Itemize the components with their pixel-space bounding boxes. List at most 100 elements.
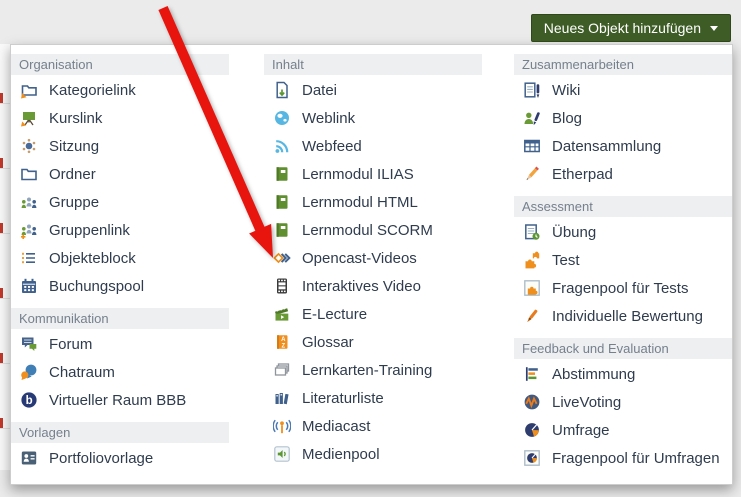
menu-item-abstimmung[interactable]: Abstimmung xyxy=(514,360,732,388)
exercise-icon xyxy=(523,223,541,241)
forum-icon xyxy=(20,335,38,353)
background-red-mark xyxy=(0,288,3,298)
menu-item-weblink[interactable]: Weblink xyxy=(264,104,482,132)
menu-item-label: Individuelle Bewertung xyxy=(552,307,703,325)
menu-item-lernmodul-scorm[interactable]: Lernmodul SCORM xyxy=(264,216,482,244)
glossary-icon: AZ xyxy=(273,333,291,351)
menu-item-kurslink[interactable]: Kurslink xyxy=(11,104,229,132)
flashcards-icon xyxy=(273,361,291,379)
menu-item-label: LiveVoting xyxy=(552,393,622,411)
menu-item-umfrage[interactable]: Umfrage xyxy=(514,416,732,444)
chatroom-icon xyxy=(20,363,38,381)
menu-item-label: Portfoliovorlage xyxy=(49,449,154,467)
section-header-assessment: Assessment xyxy=(514,196,732,217)
section-header-zusammenarbeiten: Zusammenarbeiten xyxy=(514,54,732,75)
menu-item-label: Test xyxy=(552,251,580,269)
menu-item-etherpad[interactable]: Etherpad xyxy=(514,160,732,188)
menu-item-label: Lernkarten-Training xyxy=(302,361,433,379)
learning-module-icon xyxy=(273,193,291,211)
menu-item-chatraum[interactable]: Chatraum xyxy=(11,358,229,386)
menu-section-vorlagen: Vorlagen Portfoliovorlage xyxy=(11,422,229,472)
menu-item-label: Fragenpool für Tests xyxy=(552,279,689,297)
menu-item-livevoting[interactable]: LiveVoting xyxy=(514,388,732,416)
menu-item-datei[interactable]: Datei xyxy=(264,76,482,104)
menu-item-blog[interactable]: Blog xyxy=(514,104,732,132)
background-red-mark xyxy=(0,223,3,233)
background-row-divider xyxy=(0,363,10,364)
menu-item-label: Virtueller Raum BBB xyxy=(49,391,187,409)
menu-item-label: Interaktives Video xyxy=(302,277,421,295)
menu-item-lernkarten-training[interactable]: Lernkarten-Training xyxy=(264,356,482,384)
menu-item-label: Gruppenlink xyxy=(49,221,130,239)
menu-item-label: E-Lecture xyxy=(302,305,368,323)
background-row-divider xyxy=(0,103,10,104)
menu-item-label: Umfrage xyxy=(552,421,610,439)
menu-item-objekteblock[interactable]: Objekteblock xyxy=(11,244,229,272)
survey-icon xyxy=(523,421,541,439)
menu-item-kategorielink[interactable]: Kategorielink xyxy=(11,76,229,104)
group-icon xyxy=(20,193,38,211)
menu-item-literaturliste[interactable]: Literaturliste xyxy=(264,384,482,412)
bibliography-icon xyxy=(273,389,291,407)
add-new-object-button[interactable]: Neues Objekt hinzufügen xyxy=(530,14,731,42)
learning-module-icon xyxy=(273,165,291,183)
group-link-icon xyxy=(20,221,38,239)
svg-text:Z: Z xyxy=(281,344,285,350)
menu-item-portfoliovorlage[interactable]: Portfoliovorlage xyxy=(11,444,229,472)
menu-item-glossar[interactable]: A Z Glossar xyxy=(264,328,482,356)
menu-item-label: Abstimmung xyxy=(552,365,636,383)
menu-item-label: Weblink xyxy=(302,109,356,127)
menu-item-lernmodul-html[interactable]: Lernmodul HTML xyxy=(264,188,482,216)
menu-item-buchungspool[interactable]: Buchungspool xyxy=(11,272,229,300)
menu-item-wiki[interactable]: Wiki xyxy=(514,76,732,104)
menu-item-label: Lernmodul HTML xyxy=(302,193,418,211)
menu-item-fragenpool-fur-tests[interactable]: Fragenpool für Tests xyxy=(514,274,732,302)
menu-item-mediacast[interactable]: Mediacast xyxy=(264,412,482,440)
wiki-icon xyxy=(523,81,541,99)
menu-item-lernmodul-ilias[interactable]: Lernmodul ILIAS xyxy=(264,160,482,188)
menu-item-sitzung[interactable]: Sitzung xyxy=(11,132,229,160)
menu-item-virtueller-raum-bbb[interactable]: b Virtueller Raum BBB xyxy=(11,386,229,414)
menu-item-label: Ordner xyxy=(49,165,96,183)
menu-column-zusammenarbeiten: Zusammenarbeiten Wiki Blog Datensammlung Eth… xyxy=(514,54,732,472)
background-row-divider xyxy=(0,428,10,429)
menu-item-ubung[interactable]: Übung xyxy=(514,218,732,246)
menu-section-feedback-und-evaluation: Feedback und Evaluation Abstimmung LiveVot… xyxy=(514,338,732,472)
opencast-icon xyxy=(273,249,291,267)
menu-item-interaktives-video[interactable]: Interaktives Video xyxy=(264,272,482,300)
menu-item-label: Mediacast xyxy=(302,417,371,435)
add-object-dropdown-menu: Organisation Kategorielink Kurslink Sitzung… xyxy=(10,44,733,485)
menu-item-fragenpool-fur-umfragen[interactable]: Fragenpool für Umfragen xyxy=(514,444,732,472)
menu-item-gruppenlink[interactable]: Gruppenlink xyxy=(11,216,229,244)
menu-item-opencast-videos[interactable]: Opencast-Videos xyxy=(264,244,482,272)
menu-item-e-lecture[interactable]: E-Lecture xyxy=(264,300,482,328)
section-header-feedback-und-evaluation: Feedback und Evaluation xyxy=(514,338,732,359)
live-voting-icon xyxy=(523,393,541,411)
menu-item-ordner[interactable]: Ordner xyxy=(11,160,229,188)
menu-item-forum[interactable]: Forum xyxy=(11,330,229,358)
etherpad-icon xyxy=(523,165,541,183)
weblink-icon xyxy=(273,109,291,127)
menu-item-test[interactable]: Test xyxy=(514,246,732,274)
category-link-icon xyxy=(20,81,38,99)
background-red-mark xyxy=(0,93,3,103)
menu-column-organisation: Organisation Kategorielink Kurslink Sitzung… xyxy=(11,54,229,472)
section-header-organisation: Organisation xyxy=(11,54,229,75)
menu-item-label: Übung xyxy=(552,223,597,241)
menu-section-organisation: Organisation Kategorielink Kurslink Sitzung… xyxy=(11,54,229,300)
file-icon xyxy=(273,81,291,99)
folder-icon xyxy=(20,165,38,183)
menu-section-inhalt: Inhalt Datei Weblink Webfeed Lernmodul ILIAS… xyxy=(264,54,482,468)
background-row-divider xyxy=(0,298,10,299)
menu-item-webfeed[interactable]: Webfeed xyxy=(264,132,482,160)
data-collection-icon xyxy=(523,137,541,155)
menu-item-individuelle-bewertung[interactable]: Individuelle Bewertung xyxy=(514,302,732,330)
add-new-object-button-label: Neues Objekt hinzufügen xyxy=(543,20,701,36)
menu-item-medienpool[interactable]: Medienpool xyxy=(264,440,482,468)
course-link-icon xyxy=(20,109,38,127)
menu-item-label: Fragenpool für Umfragen xyxy=(552,449,720,467)
menu-item-gruppe[interactable]: Gruppe xyxy=(11,188,229,216)
menu-item-label: Gruppe xyxy=(49,193,100,211)
menu-item-datensammlung[interactable]: Datensammlung xyxy=(514,132,732,160)
menu-column-inhalt: Inhalt Datei Weblink Webfeed Lernmodul ILIAS… xyxy=(264,54,482,468)
